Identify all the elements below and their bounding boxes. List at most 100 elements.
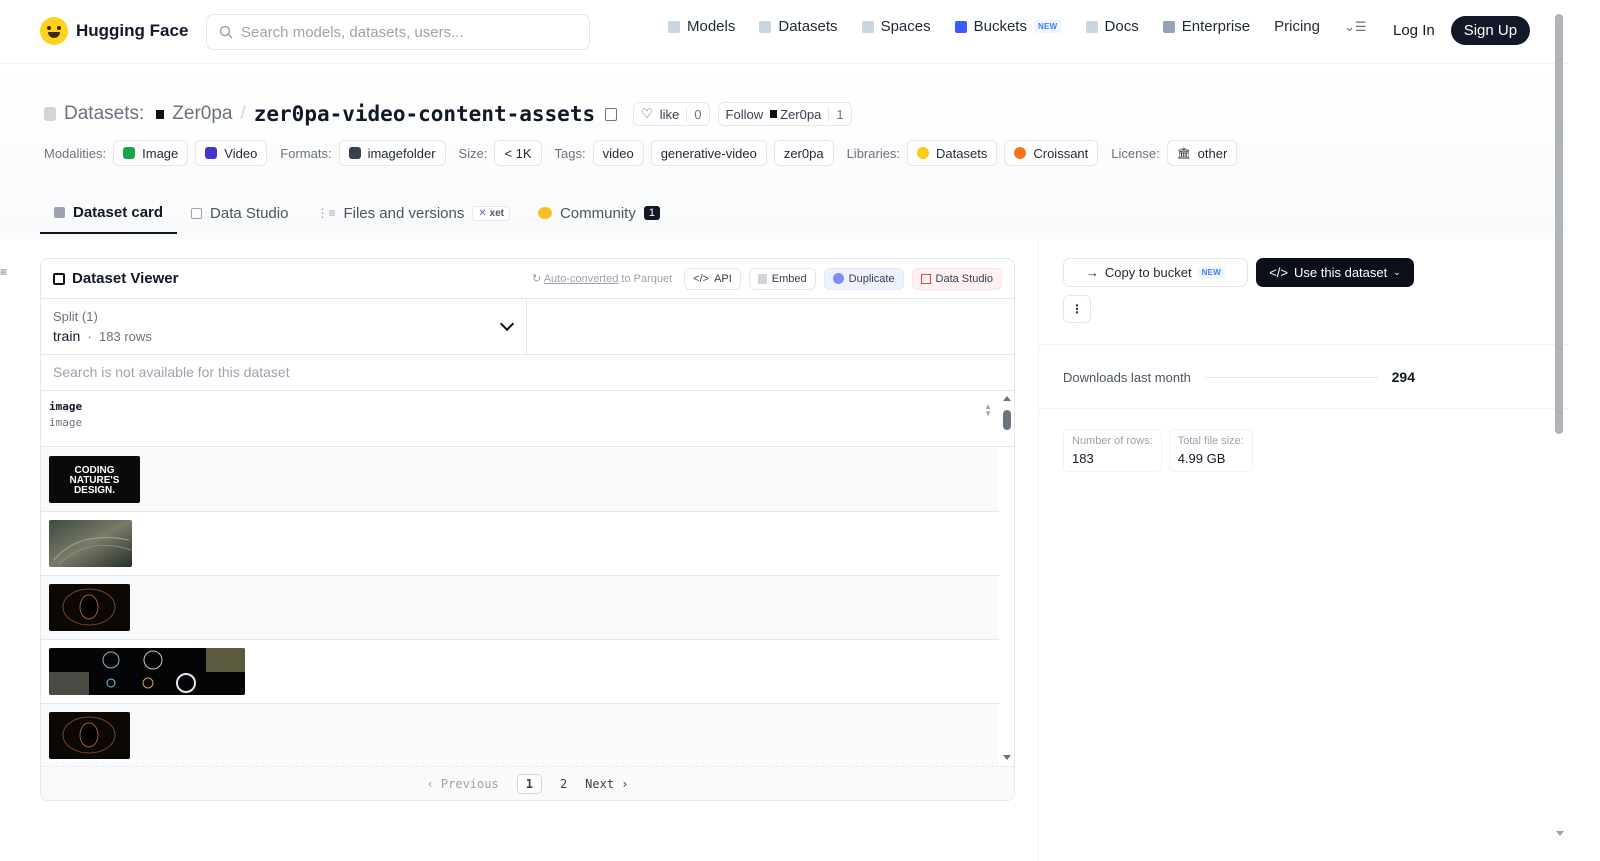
image-thumbnail[interactable]	[49, 712, 130, 759]
embed-button[interactable]: Embed	[748, 267, 816, 290]
tag-image[interactable]: Image	[113, 140, 189, 166]
page-scroll-down-icon[interactable]	[1556, 831, 1564, 836]
repo-owner[interactable]: Zer0pa	[172, 103, 232, 125]
folder-icon	[348, 147, 361, 159]
tag-video-topic[interactable]: video	[592, 140, 644, 166]
xet-badge-label: xet	[489, 207, 504, 219]
image-thumbnail[interactable]	[49, 520, 132, 567]
column-header[interactable]: image image ▲ ▼	[41, 391, 1014, 447]
rows-stat-value: 183	[1072, 451, 1094, 466]
data-studio-button[interactable]: Data Studio	[911, 267, 1002, 290]
code-icon: </>	[693, 272, 710, 285]
table-row[interactable]	[41, 576, 999, 640]
downloads-label: Downloads last month	[1063, 369, 1191, 385]
scrollbar-thumb[interactable]	[1003, 410, 1011, 430]
use-this-dataset-button[interactable]: </> Use this dataset ⌄	[1256, 258, 1414, 287]
signup-button[interactable]: Sign Up	[1450, 16, 1531, 45]
tag-zer0pa[interactable]: zer0pa	[773, 140, 834, 166]
tag-imagefolder[interactable]: imagefolder	[338, 140, 446, 166]
previous-label: Previous	[440, 776, 499, 791]
scroll-down-icon[interactable]	[1003, 755, 1011, 760]
auto-converted-link[interactable]: Auto-converted	[544, 273, 619, 285]
nav-datasets[interactable]: Datasets	[759, 18, 838, 35]
repo-separator: /	[240, 103, 246, 124]
table-row[interactable]: CODING NATURE'S DESIGN.	[41, 448, 999, 512]
tag-datasets-lib[interactable]: Datasets	[907, 140, 998, 166]
tab-data-studio[interactable]: Data Studio	[177, 192, 302, 234]
sidebar-toggle-icon[interactable]: ≡	[0, 265, 8, 279]
tag-generative-video[interactable]: generative-video	[650, 140, 767, 166]
split-selector[interactable]: Split (1) train · 183 rows	[41, 299, 527, 354]
new-badge: NEW	[1197, 266, 1226, 279]
size-label: Size:	[458, 145, 488, 161]
login-link[interactable]: Log In	[1393, 22, 1435, 39]
follow-button[interactable]: Follow Zer0pa 1	[717, 102, 852, 126]
next-page-button[interactable]: Next ›	[585, 777, 628, 791]
data-rows: CODING NATURE'S DESIGN.	[41, 448, 999, 768]
image-thumbnail[interactable]: CODING NATURE'S DESIGN.	[49, 456, 140, 503]
tag-croissant[interactable]: Croissant	[1004, 140, 1099, 166]
repo-name[interactable]: zer0pa-video-content-assets	[254, 102, 595, 126]
like-label: like	[659, 106, 680, 122]
tags-label: Tags:	[554, 145, 586, 161]
table-row[interactable]	[41, 704, 999, 768]
api-label: API	[714, 272, 732, 285]
nav-pricing-label: Pricing	[1274, 18, 1320, 35]
repo-header: Datasets: Zer0pa / zer0pa-video-content-…	[0, 64, 1568, 239]
table-icon	[191, 207, 203, 219]
like-count: 0	[686, 106, 708, 122]
tab-dataset-card[interactable]: Dataset card	[40, 192, 178, 234]
split-value-row: train · 183 rows	[53, 328, 514, 344]
api-button[interactable]: </> API	[684, 267, 741, 290]
search-input[interactable]	[241, 23, 571, 41]
rows-stat-label: Number of rows:	[1072, 435, 1153, 447]
tag-video[interactable]: Video	[195, 140, 268, 166]
table-row[interactable]	[41, 512, 999, 576]
use-this-dataset-label: Use this dataset	[1294, 265, 1388, 280]
dataset-stats: Number of rows: 183 Total file size: 4.9…	[1063, 429, 1253, 472]
modalities-label: Modalities:	[44, 145, 107, 161]
page-scrollbar-thumb[interactable]	[1555, 14, 1563, 434]
viewer-scrollbar[interactable]	[1003, 396, 1011, 760]
copy-icon[interactable]	[605, 107, 618, 121]
nav-more[interactable]: ⌄☰	[1344, 19, 1367, 35]
previous-page-button[interactable]: ‹ Previous	[426, 777, 498, 791]
tag-video-label: Video	[224, 145, 258, 161]
sort-icon[interactable]: ▲ ▼	[984, 403, 992, 418]
embed-label: Embed	[771, 272, 807, 285]
table-row[interactable]	[41, 640, 999, 704]
duplicate-button[interactable]: Duplicate	[823, 267, 904, 290]
size-stat-value: 4.99 GB	[1177, 451, 1226, 466]
tag-size[interactable]: < 1K	[494, 140, 542, 166]
owner-avatar-icon	[770, 110, 778, 118]
like-button[interactable]: ♡ like 0	[633, 102, 710, 126]
nav-enterprise[interactable]: Enterprise	[1162, 18, 1251, 35]
next-label: Next	[585, 776, 615, 791]
nav-pricing[interactable]: Pricing	[1274, 18, 1320, 35]
more-options-button[interactable]: ⋮	[1063, 295, 1091, 323]
nav-models[interactable]: Models	[668, 18, 735, 35]
arrow-right-icon: →	[1085, 265, 1099, 280]
search-box[interactable]	[206, 14, 590, 50]
page-1-button[interactable]: 1	[516, 773, 542, 794]
nav-docs[interactable]: Docs	[1085, 18, 1139, 35]
tag-license[interactable]: 🏛 other	[1166, 140, 1238, 166]
downloads-stat: Downloads last month 294	[1063, 369, 1415, 385]
main-nav: Models Datasets Spaces Buckets NEW Docs E…	[668, 18, 1391, 35]
logo[interactable]: Hugging Face	[40, 17, 188, 45]
page-2-button[interactable]: 2	[560, 777, 567, 791]
copy-to-bucket-button[interactable]: → Copy to bucket NEW	[1063, 258, 1248, 287]
tab-files[interactable]: ⋮≡ Files and versions ✕ xet	[302, 192, 524, 234]
image-thumbnail[interactable]	[49, 584, 130, 631]
nav-enterprise-label: Enterprise	[1181, 18, 1251, 35]
tab-community[interactable]: Community 1	[524, 192, 674, 234]
repo-type-label[interactable]: Datasets:	[64, 103, 144, 125]
nav-docs-label: Docs	[1104, 18, 1139, 35]
duplicate-label: Duplicate	[848, 272, 895, 285]
xet-icon: ✕	[478, 207, 490, 219]
scroll-up-icon[interactable]	[1003, 396, 1011, 401]
image-thumbnail[interactable]	[49, 648, 245, 695]
nav-buckets[interactable]: Buckets NEW	[954, 18, 1062, 35]
image-icon	[123, 147, 136, 159]
nav-spaces[interactable]: Spaces	[861, 18, 931, 35]
